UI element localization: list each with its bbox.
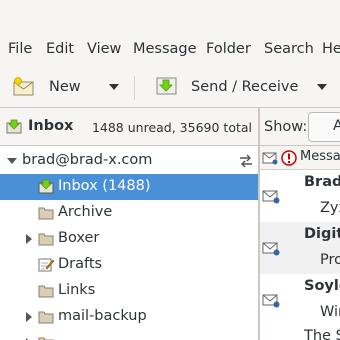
account-row[interactable]: brad@brad-x.com <box>0 148 258 174</box>
unread-envelope-icon <box>262 294 280 308</box>
menu-help[interactable]: He <box>322 41 340 57</box>
folder-icon <box>38 207 54 220</box>
important-icon[interactable] <box>281 150 297 166</box>
folder-label: mail-backup <box>58 308 147 324</box>
folder-links[interactable]: Links <box>0 278 258 304</box>
folder-boxer[interactable]: Boxer <box>0 226 258 252</box>
send-receive-label: Send / Receive <box>191 79 299 95</box>
message-sender: Brad <box>304 174 340 190</box>
folder-header-counts: 1488 unread, 35690 total <box>91 120 252 135</box>
toolbar-separator <box>134 76 135 100</box>
search-bar: Show: A <box>260 108 340 146</box>
folder-icon <box>38 285 54 298</box>
folder-archive[interactable]: Archive <box>0 200 258 226</box>
show-filter-value: A <box>333 118 340 134</box>
folder-header-title: Inbox <box>28 118 74 134</box>
message-sender: Digita <box>304 226 340 242</box>
menu-search[interactable]: Search <box>264 41 314 57</box>
new-button-label: New <box>49 79 81 95</box>
folder-drafts[interactable]: Drafts <box>0 252 258 278</box>
new-button[interactable]: New <box>12 72 81 102</box>
folder-inbox[interactable]: Inbox (1488) <box>0 174 258 200</box>
folder-header: Inbox 1488 unread, 35690 total <box>0 108 258 146</box>
unread-envelope-icon <box>262 190 280 204</box>
folder-label: Boxer <box>58 230 100 246</box>
message-row[interactable]: Soyle Win <box>260 274 340 326</box>
toolbar: New Send / Receive <box>0 66 340 108</box>
folder-partial[interactable] <box>0 330 258 340</box>
expand-icon[interactable] <box>26 234 32 244</box>
message-subject: Pro <box>320 252 340 268</box>
inbox-icon <box>6 119 22 134</box>
sync-icon <box>240 154 252 168</box>
message-sender: The S <box>304 328 340 340</box>
menubar: File Edit View Message Folder Search He <box>0 34 340 66</box>
new-message-icon <box>13 77 34 96</box>
message-row[interactable]: Digita Pro <box>260 222 340 274</box>
menu-message[interactable]: Message <box>133 41 197 57</box>
send-receive-button[interactable]: Send / Receive <box>155 72 298 102</box>
expand-icon[interactable] <box>7 158 17 164</box>
inbox-icon <box>38 179 54 194</box>
message-list-header: Messa <box>260 146 340 170</box>
message-subject: Zyx <box>320 200 340 216</box>
message-column-header[interactable]: Messa <box>300 149 340 164</box>
status-column-icon[interactable] <box>262 151 278 165</box>
expand-icon[interactable] <box>26 312 32 322</box>
folder-icon <box>38 233 54 246</box>
menu-folder[interactable]: Folder <box>206 41 251 57</box>
folder-label: Drafts <box>58 256 103 272</box>
folder-icon <box>38 337 54 340</box>
show-filter-combo[interactable]: A <box>308 112 340 142</box>
message-list: Messa Brad Zyx Digita Pro Soyle Win The … <box>260 146 340 340</box>
folder-tree: brad@brad-x.com Inbox (1488) Archive Box… <box>0 146 258 340</box>
menu-view[interactable]: View <box>87 41 121 57</box>
send-receive-icon <box>156 77 177 95</box>
folder-label: Archive <box>58 204 113 220</box>
folder-label: Links <box>58 282 96 298</box>
send-receive-dropdown-arrow-icon[interactable] <box>317 84 327 90</box>
menu-edit[interactable]: Edit <box>46 41 74 57</box>
menu-file[interactable]: File <box>8 41 32 57</box>
message-sender: Soyle <box>304 278 340 294</box>
drafts-icon <box>38 258 54 272</box>
unread-envelope-icon <box>262 242 280 256</box>
message-subject: Win <box>320 304 340 320</box>
message-row[interactable]: The S <box>260 326 340 340</box>
show-label: Show: <box>264 119 308 135</box>
folder-mail-backup[interactable]: mail-backup <box>0 304 258 330</box>
new-dropdown-arrow-icon[interactable] <box>109 84 119 90</box>
folder-icon <box>38 311 54 324</box>
account-label: brad@brad-x.com <box>22 152 153 168</box>
message-row[interactable]: Brad Zyx <box>260 170 340 222</box>
folder-label: Inbox (1488) <box>58 178 151 194</box>
